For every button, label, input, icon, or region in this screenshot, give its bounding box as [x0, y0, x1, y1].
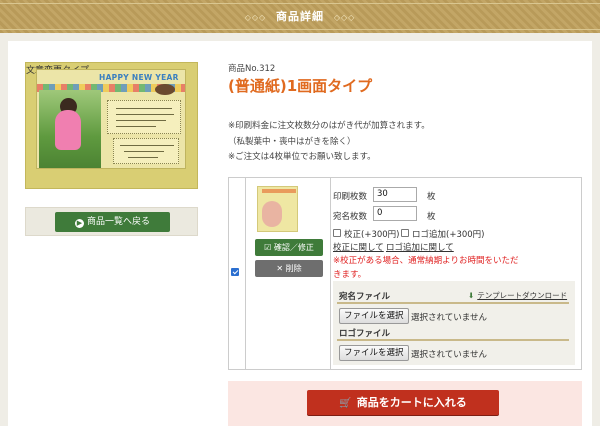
edit-icon: ☑ [264, 243, 272, 252]
address-file-select-button[interactable]: ファイルを選択 [339, 308, 409, 324]
address-file-label: 宛名ファイル [339, 292, 391, 302]
section-divider [337, 339, 569, 341]
table-divider [330, 178, 331, 369]
print-count-unit: 枚 [427, 192, 436, 202]
template-download-label: テンプレートダウンロード [477, 291, 568, 300]
name-count-unit: 枚 [427, 212, 436, 222]
note-line: ※ご注文は4枚単位でお願い致します。 [228, 152, 376, 162]
add-to-cart-button[interactable]: 🛒 商品をカートに入れる [307, 390, 499, 415]
address-file-status: 選択されていません [411, 313, 487, 323]
delete-button[interactable]: ✕ 削除 [255, 260, 323, 277]
page-title-text: 商品詳細 [276, 10, 324, 23]
logo-option-checkbox[interactable] [401, 229, 409, 237]
happy-new-year-text: HAPPY NEW YEAR [99, 73, 179, 82]
cart-icon: 🛒 [339, 398, 352, 409]
header-deco-right: ◇◇◇ [333, 13, 356, 22]
order-thumbnail [257, 186, 298, 232]
header-deco-left: ◇◇◇ [244, 13, 267, 22]
sender-textbox [113, 138, 179, 164]
template-download-link[interactable]: ⬇ テンプレートダウンロード [468, 290, 567, 301]
logo-option-label: ロゴ追加(+300円) [412, 230, 485, 240]
section-divider [337, 302, 569, 304]
download-icon: ⬇ [468, 291, 475, 300]
postcard-preview: HAPPY NEW YEAR [36, 69, 186, 169]
product-name: (普通紙)1画面タイプ [228, 77, 373, 95]
logo-info-link[interactable]: ロゴ追加に関して [386, 241, 454, 253]
back-to-list-area: ▶ 商品一覧へ戻る [25, 207, 198, 236]
boar-illustration [155, 84, 175, 95]
back-to-list-button[interactable]: ▶ 商品一覧へ戻る [55, 212, 170, 232]
logo-file-select-button[interactable]: ファイルを選択 [339, 345, 409, 361]
back-to-list-label: 商品一覧へ戻る [86, 217, 150, 227]
delete-label: 削除 [285, 264, 302, 273]
logo-file-status: 選択されていません [411, 350, 487, 360]
proof-warning: ※校正がある場合、通常納期よりお時間をいただきます。 [333, 256, 519, 280]
table-divider [245, 178, 246, 369]
baby-body [55, 110, 81, 150]
note-line: ※印刷料金に注文枚数分のはがき代が加算されます。 [228, 121, 430, 131]
print-count-input[interactable]: 30 [373, 187, 417, 202]
confirm-edit-button[interactable]: ☑ 確認／修正 [255, 239, 323, 256]
confirm-edit-label: 確認／修正 [273, 243, 314, 252]
logo-file-label: ロゴファイル [339, 329, 391, 339]
proof-option-checkbox[interactable] [333, 229, 341, 237]
cart-area: 🛒 商品をカートに入れる [228, 381, 582, 426]
product-notes: ※印刷料金に注文枚数分のはがき代が加算されます。 （私製葉中・喪中はがきを除く）… [228, 119, 430, 166]
header-rule-top [0, 3, 600, 4]
page-header: ◇◇◇ 商品詳細 ◇◇◇ [0, 0, 600, 33]
order-row-checkbox[interactable] [231, 268, 239, 276]
name-count-input[interactable]: 0 [373, 206, 417, 221]
name-count-label: 宛名枚数 [333, 212, 368, 222]
print-count-label: 印刷枚数 [333, 192, 368, 202]
add-to-cart-label: 商品をカートに入れる [356, 396, 467, 409]
message-textbox [107, 100, 181, 134]
proof-info-link[interactable]: 校正に関して [333, 241, 384, 253]
header-rule-bottom [0, 29, 600, 30]
close-icon: ✕ [276, 264, 284, 273]
file-upload-section: 宛名ファイル ⬇ テンプレートダウンロード ファイルを選択 選択されていません ロ… [333, 281, 575, 365]
product-image: HAPPY NEW YEAR 文章変更タイプ [25, 62, 198, 189]
page-title: ◇◇◇ 商品詳細 ◇◇◇ [0, 8, 600, 24]
note-line: （私製葉中・喪中はがきを除く） [228, 136, 356, 147]
arrow-circle-icon: ▶ [74, 219, 84, 228]
proof-option-label: 校正(+300円) [344, 230, 400, 240]
product-number: 商品No.312 [228, 64, 276, 74]
